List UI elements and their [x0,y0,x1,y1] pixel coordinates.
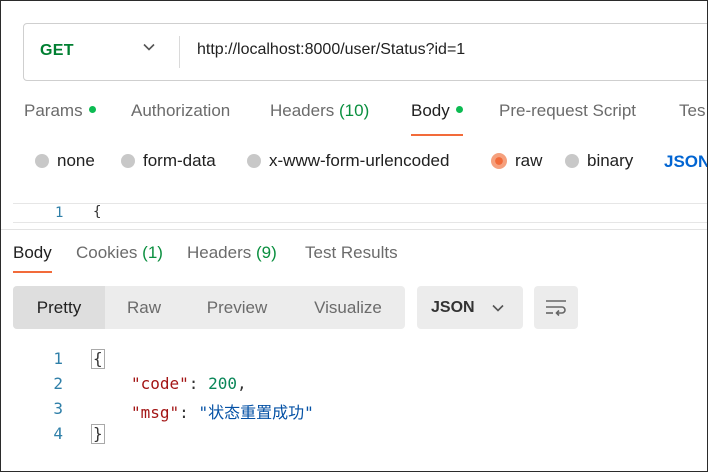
json-key: "msg" [131,403,180,422]
radio-icon [565,154,579,168]
request-tabs: Params Authorization Headers (10) Body P… [1,101,707,141]
chevron-down-icon [492,304,504,312]
radio-icon [121,154,135,168]
radio-raw[interactable]: raw [491,151,542,171]
tab-response-headers[interactable]: Headers (9) [187,243,277,263]
radio-binary[interactable]: binary [565,151,633,171]
tab-params[interactable]: Params [24,101,96,121]
divider [179,36,180,68]
active-tab-indicator [411,134,463,136]
chevron-down-icon[interactable] [142,40,156,54]
body-language-select[interactable]: JSON [664,152,707,172]
tab-test-results[interactable]: Test Results [305,243,398,263]
view-raw-button[interactable]: Raw [105,286,183,329]
line-number: 3 [53,399,63,418]
json-value: 200 [208,374,237,393]
tab-cookies[interactable]: Cookies (1) [76,243,163,263]
brace-open: { [91,349,105,369]
tab-authorization[interactable]: Authorization [131,101,230,121]
line-number: 4 [53,424,63,443]
wrap-lines-icon [546,300,566,317]
tab-response-body[interactable]: Body [13,243,52,273]
line-number: 1 [55,205,64,221]
view-mode-group: Pretty Raw Preview Visualize [13,286,405,329]
radio-icon [35,154,49,168]
radio-none[interactable]: none [35,151,95,171]
method-select[interactable]: GET [40,42,74,60]
request-body-editor[interactable]: 1 { [13,203,707,223]
view-visualize-button[interactable]: Visualize [295,286,401,329]
active-dot-icon [88,106,96,113]
postman-window: GET http://localhost:8000/user/Status?id… [0,0,708,472]
code-text: { [93,204,102,220]
view-pretty-button[interactable]: Pretty [13,286,105,329]
code-line: 3 "msg": "状态重置成功" [1,399,707,424]
radio-checked-icon [491,153,507,169]
request-url-bar: GET http://localhost:8000/user/Status?id… [23,23,707,81]
response-format-select[interactable]: JSON [417,286,523,329]
tab-pre-request-script[interactable]: Pre-request Script [499,101,636,121]
divider [1,229,707,230]
view-preview-button[interactable]: Preview [187,286,287,329]
response-tabs: Body Cookies (1) Headers (9) Test Result… [1,243,707,273]
code-line: 1 { [1,349,707,374]
json-value: "状态重置成功" [198,403,314,422]
radio-form-data[interactable]: form-data [121,151,216,171]
code-line: 4 } [1,424,707,449]
line-number: 1 [53,349,63,368]
brace-close: } [91,424,105,444]
code-line: 2 "code": 200, [1,374,707,399]
line-number: 2 [53,374,63,393]
radio-x-www-form-urlencoded[interactable]: x-www-form-urlencoded [247,151,449,171]
tab-tests[interactable]: Tes [679,101,705,121]
tab-headers[interactable]: Headers (10) [270,101,369,121]
radio-icon [247,154,261,168]
url-input[interactable]: http://localhost:8000/user/Status?id=1 [197,41,465,59]
wrap-lines-button[interactable] [534,286,578,329]
format-label: JSON [431,299,475,316]
body-type-radios: none form-data x-www-form-urlencoded raw… [1,151,707,179]
active-tab-indicator [13,271,52,273]
active-dot-icon [455,106,463,113]
json-key: "code" [131,374,189,393]
tab-body[interactable]: Body [411,101,463,136]
